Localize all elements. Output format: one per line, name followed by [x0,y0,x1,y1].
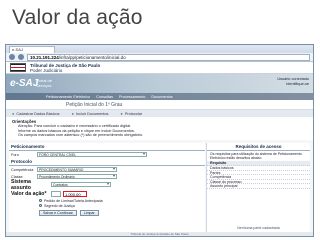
requirements-list: Requisito Dados básicos Partes Competênc… [207,161,310,189]
user-box: Usuário conectado Identifique-se [277,77,309,87]
sao-paulo-flag-icon [10,63,26,72]
list-item: Assunto principal [207,184,310,189]
top-menu: Peticionamento Eletrônico Consultas Proc… [6,93,313,100]
peticionamento-form: Peticionamento Foro FORO CENTRAL CÍVEL P… [9,143,205,233]
browser-tabbar: e-SAJ [6,45,313,53]
assunto-label: Sistema assunto [11,178,31,191]
esaj-logo[interactable]: e-SAJ [10,78,38,89]
browser-tab[interactable]: e-SAJ [9,45,55,53]
competencia-label: Competência [11,167,34,172]
esaj-banner: e-SAJ Portal de Serviços Usuário conecta… [6,74,313,100]
browser-screenshot: e-SAJ 10.21.191.224/infra/pp/peticioname… [5,44,314,237]
menu-item-consultas[interactable]: Consultas [96,95,113,99]
assunto-select[interactable]: Contratos [51,182,111,187]
foro-select[interactable]: FORO CENTRAL CÍVEL [37,152,147,157]
menu-item-documentos[interactable]: Documentos [151,95,172,99]
competencia-select[interactable]: PROCEDIMENTO SUMÁRIO [37,167,117,172]
sidebar-title: Requisitos de acesso [207,143,310,151]
court-subtitle: Poder Judiciário [30,67,63,73]
radio-icon [39,199,42,202]
step-protocolar[interactable]: Protocolar [120,111,142,116]
court-header: Tribunal de Justiça de São Paulo Poder J… [6,62,313,74]
radio-icon [39,204,42,207]
page-title: Petição Inicial do 1º Grau [6,100,313,110]
portal-subtitle: Portal de Serviços [36,78,53,88]
slide-title: Valor da ação [12,6,143,29]
menu-item-processamento[interactable]: Processamento [119,95,145,99]
foro-label: Foro [11,152,19,157]
step-dados-basicos[interactable]: Cadastrar Dados Básicos [12,111,59,116]
page-footer: Tribunal de Justiça do Estado de São Pau… [6,232,313,236]
login-link[interactable]: Identifique-se [277,82,309,87]
section-peticionamento: Peticionamento [9,143,205,151]
wizard-steps: Cadastrar Dados Básicos Incluir Document… [6,110,313,117]
section-protocolo: Protocolo [9,158,205,166]
valor-da-acao-input[interactable]: 1.000,00 [63,190,87,197]
back-icon[interactable] [9,54,15,60]
url-input[interactable]: 10.21.191.224/infra/pp/peticionamento/in… [27,53,310,61]
address-bar: 10.21.191.224/infra/pp/peticionamento/in… [6,53,313,62]
orientacao-line: Os campos marcados com asterisco (*) são… [18,133,144,138]
currency-box [51,190,61,197]
sidebar-footer: Nenhuma parte cadastrada [237,226,280,230]
url-host: 10.21.191.224 [30,54,59,60]
valor-da-acao-label: Valor da ação* [11,190,47,197]
save-continue-button[interactable]: Salvar e Continuar [39,210,77,216]
url-path: /infra/pp/peticionamento/inicial.do [58,54,126,60]
orientacoes-panel: Orientações Atenção: Para concluir o cad… [6,117,313,140]
menu-item-peticionamento[interactable]: Peticionamento Eletrônico [46,95,90,99]
sidebar-intro: Os requisitos para utilização do sistema… [210,152,302,161]
clear-button[interactable]: Limpar [79,210,99,216]
classe-select[interactable]: Procedimento Ordinário [37,174,117,179]
requirements-sidebar: Requisitos de acesso Os requisitos para … [206,143,310,233]
step-incluir-documentos[interactable]: Incluir Documentos [71,111,109,116]
forward-icon[interactable] [18,54,24,60]
